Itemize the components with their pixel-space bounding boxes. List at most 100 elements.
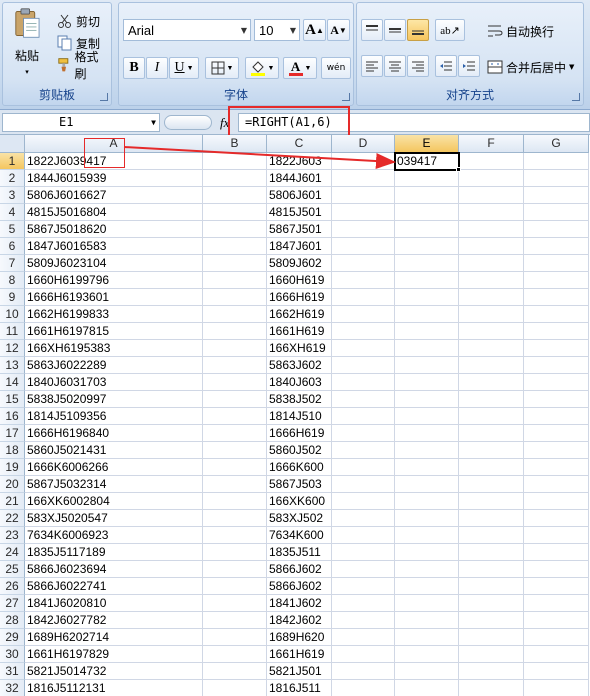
cell-d32[interactable]	[332, 680, 395, 696]
cell-f4[interactable]	[459, 204, 524, 221]
cell-d22[interactable]	[332, 510, 395, 527]
cell-c27[interactable]: 1841J602	[267, 595, 332, 612]
column-header-c[interactable]: C	[267, 135, 332, 153]
cell-a4[interactable]: 4815J5016804	[25, 204, 203, 221]
borders-button[interactable]: ▼	[205, 57, 239, 79]
cell-c32[interactable]: 1816J511	[267, 680, 332, 696]
cell-d29[interactable]	[332, 629, 395, 646]
cell-a19[interactable]: 1666K6006266	[25, 459, 203, 476]
row-header[interactable]: 10	[0, 306, 25, 323]
cell-c8[interactable]: 1660H619	[267, 272, 332, 289]
cell-f31[interactable]	[459, 663, 524, 680]
row-header[interactable]: 9	[0, 289, 25, 306]
cell-a22[interactable]: 583XJ5020547	[25, 510, 203, 527]
row-header[interactable]: 15	[0, 391, 25, 408]
cell-e7[interactable]	[395, 255, 459, 272]
cell-g25[interactable]	[524, 561, 589, 578]
cell-e30[interactable]	[395, 646, 459, 663]
cell-f10[interactable]	[459, 306, 524, 323]
cell-c26[interactable]: 5866J602	[267, 578, 332, 595]
paste-button[interactable]: 粘贴 ▾	[7, 7, 47, 77]
cell-b6[interactable]	[203, 238, 267, 255]
row-header[interactable]: 30	[0, 646, 25, 663]
cell-a27[interactable]: 1841J6020810	[25, 595, 203, 612]
cell-f17[interactable]	[459, 425, 524, 442]
align-middle-button[interactable]	[384, 19, 406, 41]
insert-function-icon[interactable]: fx	[220, 115, 229, 131]
row-header[interactable]: 22	[0, 510, 25, 527]
cell-f8[interactable]	[459, 272, 524, 289]
row-header[interactable]: 5	[0, 221, 25, 238]
cell-b24[interactable]	[203, 544, 267, 561]
cell-d16[interactable]	[332, 408, 395, 425]
cut-button[interactable]: 剪切	[53, 11, 104, 31]
cell-e4[interactable]	[395, 204, 459, 221]
cell-c12[interactable]: 166XH619	[267, 340, 332, 357]
cell-a25[interactable]: 5866J6023694	[25, 561, 203, 578]
font-size-combo[interactable]: 10 ▼	[254, 19, 300, 41]
cell-d25[interactable]	[332, 561, 395, 578]
cell-g30[interactable]	[524, 646, 589, 663]
align-right-button[interactable]	[407, 55, 429, 77]
column-header-b[interactable]: B	[203, 135, 267, 153]
cell-b23[interactable]	[203, 527, 267, 544]
cell-f25[interactable]	[459, 561, 524, 578]
column-header-g[interactable]: G	[524, 135, 589, 153]
grow-font-button[interactable]: A ▲	[303, 19, 326, 41]
cell-a10[interactable]: 1662H6199833	[25, 306, 203, 323]
cell-e24[interactable]	[395, 544, 459, 561]
cell-e1[interactable]: 039417	[395, 153, 459, 170]
chevron-down-icon[interactable]: ▼	[238, 20, 250, 40]
cell-b13[interactable]	[203, 357, 267, 374]
cell-e27[interactable]	[395, 595, 459, 612]
cell-a8[interactable]: 1660H6199796	[25, 272, 203, 289]
cell-e2[interactable]	[395, 170, 459, 187]
cell-d30[interactable]	[332, 646, 395, 663]
phonetic-guide-button[interactable]: wén	[321, 57, 351, 79]
cell-d4[interactable]	[332, 204, 395, 221]
cell-f20[interactable]	[459, 476, 524, 493]
cell-c1[interactable]: 1822J603	[267, 153, 332, 170]
cell-g1[interactable]	[524, 153, 589, 170]
cell-b25[interactable]	[203, 561, 267, 578]
row-header[interactable]: 4	[0, 204, 25, 221]
cell-b10[interactable]	[203, 306, 267, 323]
cell-g21[interactable]	[524, 493, 589, 510]
cell-f32[interactable]	[459, 680, 524, 696]
formula-bar-splitter[interactable]	[164, 115, 212, 130]
font-name-combo[interactable]: Arial ▼	[123, 19, 251, 41]
cell-d24[interactable]	[332, 544, 395, 561]
row-header[interactable]: 6	[0, 238, 25, 255]
cell-a7[interactable]: 5809J6023104	[25, 255, 203, 272]
bold-button[interactable]: B	[123, 57, 145, 79]
cell-e25[interactable]	[395, 561, 459, 578]
cell-e18[interactable]	[395, 442, 459, 459]
increase-indent-button[interactable]	[458, 55, 480, 77]
cell-a15[interactable]: 5838J5020997	[25, 391, 203, 408]
cell-g5[interactable]	[524, 221, 589, 238]
fill-color-button[interactable]: ▼	[245, 57, 279, 79]
cell-b9[interactable]	[203, 289, 267, 306]
cell-a1[interactable]: 1822J6039417	[25, 153, 203, 170]
cell-a28[interactable]: 1842J6027782	[25, 612, 203, 629]
cell-c28[interactable]: 1842J602	[267, 612, 332, 629]
cell-f6[interactable]	[459, 238, 524, 255]
cell-f3[interactable]	[459, 187, 524, 204]
cell-g31[interactable]	[524, 663, 589, 680]
column-header-d[interactable]: D	[332, 135, 395, 153]
cell-a5[interactable]: 5867J5018620	[25, 221, 203, 238]
cell-d27[interactable]	[332, 595, 395, 612]
cell-e22[interactable]	[395, 510, 459, 527]
cell-g28[interactable]	[524, 612, 589, 629]
cell-a20[interactable]: 5867J5032314	[25, 476, 203, 493]
cell-g14[interactable]	[524, 374, 589, 391]
cell-a13[interactable]: 5863J6022289	[25, 357, 203, 374]
cell-c11[interactable]: 1661H619	[267, 323, 332, 340]
cell-a29[interactable]: 1689H6202714	[25, 629, 203, 646]
cell-g29[interactable]	[524, 629, 589, 646]
row-header[interactable]: 28	[0, 612, 25, 629]
cell-d3[interactable]	[332, 187, 395, 204]
cell-d9[interactable]	[332, 289, 395, 306]
cell-e15[interactable]	[395, 391, 459, 408]
cell-b7[interactable]	[203, 255, 267, 272]
